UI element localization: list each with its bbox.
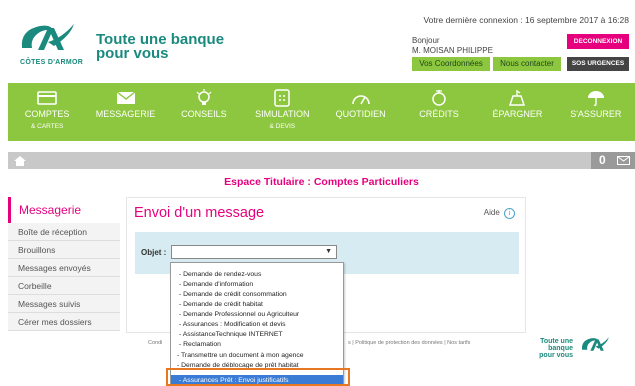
message-count-badge[interactable]: 0 (591, 152, 635, 169)
main-nav: COMPTES & CARTES MESSAGERIE CONSEILS SIM… (8, 83, 635, 141)
nav-item-comptes[interactable]: COMPTES & CARTES (8, 83, 86, 141)
piggy-icon (509, 89, 526, 106)
info-icon: i (504, 208, 515, 219)
footer-tagline-line1: Toute une banque (540, 338, 573, 352)
sidebar: Messagerie Boîte de réception Brouillons… (8, 197, 120, 331)
footer-link-conditions[interactable]: Condi (148, 340, 162, 346)
nav-item-quotidien[interactable]: QUOTIDIEN (322, 83, 400, 141)
envelope-icon (116, 91, 135, 104)
nav-item-sassurer[interactable]: S'ASSURER (557, 83, 635, 141)
nav-item-simulation[interactable]: SIMULATION & DEVIS (243, 83, 321, 141)
breadcrumb-bar: 0 (8, 152, 635, 169)
help-label: Aide (483, 208, 500, 217)
contact-button[interactable]: Nous contacter (493, 57, 561, 71)
nav-sublabel: & CARTES (30, 123, 64, 130)
option-item[interactable]: - Demande de rendez-vous (179, 271, 261, 278)
option-item[interactable]: - Assurances : Modification et devis (179, 321, 286, 328)
coordonnees-button[interactable]: Vos Coordonnées (412, 57, 490, 71)
user-greeting: Bonjour M. MOISAN PHILIPPE (412, 36, 493, 56)
option-item[interactable]: - Demande de crédit consommation (179, 291, 287, 298)
envelope-icon (617, 156, 630, 165)
logout-button[interactable]: DECONNEXION (567, 34, 629, 49)
message-count: 0 (599, 153, 606, 167)
region-label: CÔTES D'ARMOR (20, 59, 84, 66)
option-item[interactable]: - AssistanceTechnique INTERNET (179, 331, 283, 338)
footer-tagline-line2: pour vous (539, 352, 573, 359)
calculator-icon (274, 89, 291, 107)
sos-button[interactable]: SOS URGENCES (567, 57, 629, 71)
footer-tagline: Toute une banque pour vous (516, 338, 573, 359)
header: CÔTES D'ARMOR Toute une banque pour vous… (0, 0, 635, 83)
nav-label: S'ASSURER (570, 109, 622, 119)
option-item[interactable]: - Demande Professionnel ou Agriculteur (179, 311, 299, 318)
dropdown-arrow-icon: ▼ (325, 248, 332, 255)
option-item[interactable]: - Demande de crédit habitat (179, 301, 263, 308)
credit-agricole-logo[interactable] (18, 20, 76, 54)
tagline-line2: pour vous (96, 45, 169, 62)
sidebar-title: Messagerie (8, 197, 120, 223)
nav-label: COMPTES (24, 109, 70, 119)
nav-label: SIMULATION (255, 109, 310, 119)
nav-sublabel: & DEVIS (269, 123, 296, 130)
home-icon[interactable] (12, 154, 28, 167)
brand-tagline: Toute une banque pour vous (96, 32, 224, 62)
panel-title: Envoi d'un message (134, 205, 265, 221)
sidebar-item-inbox[interactable]: Boîte de réception (8, 223, 120, 241)
hand-icon (432, 90, 446, 106)
option-item[interactable]: - Reclamation (179, 341, 221, 348)
nav-item-conseils[interactable]: CONSEILS (165, 83, 243, 141)
objet-select[interactable]: ▼ (171, 245, 337, 259)
nav-label: ÉPARGNER (492, 109, 543, 119)
lightbulb-icon (196, 89, 212, 105)
nav-item-credits[interactable]: CRÉDITS (400, 83, 478, 141)
nav-item-epargner[interactable]: ÉPARGNER (478, 83, 556, 141)
card-icon (37, 91, 57, 105)
sidebar-item-trash[interactable]: Corbeille (8, 277, 120, 295)
objet-label: Objet : (141, 248, 167, 257)
sidebar-item-folders[interactable]: Cérer mes dossiers (8, 313, 120, 331)
selection-highlight-frame (166, 368, 350, 386)
option-item[interactable]: - Demande d'information (179, 281, 253, 288)
nav-label: CONSEILS (181, 109, 227, 119)
greeting-text: Bonjour (412, 36, 440, 45)
gauge-icon (351, 95, 370, 105)
nav-label: CRÉDITS (419, 109, 459, 119)
nav-item-messagerie[interactable]: MESSAGERIE (86, 83, 164, 141)
footer-links[interactable]: s | Politique de protection des données … (348, 340, 470, 346)
help-link[interactable]: Aide i (484, 208, 515, 219)
nav-label: QUOTIDIEN (335, 109, 386, 119)
umbrella-icon (587, 91, 604, 107)
last-connection-text: Votre dernière connexion : 16 septembre … (423, 15, 629, 25)
sidebar-item-drafts[interactable]: Brouillons (8, 241, 120, 259)
sidebar-item-sent[interactable]: Messages envoyés (8, 259, 120, 277)
page-title: Espace Titulaire : Comptes Particuliers (224, 176, 419, 188)
sidebar-item-followed[interactable]: Messages suivis (8, 295, 120, 313)
option-item[interactable]: - Transmettre un document à mon agence (177, 352, 304, 359)
credit-agricole-logo (581, 337, 609, 351)
user-name: M. MOISAN PHILIPPE (412, 46, 493, 55)
nav-label: MESSAGERIE (95, 109, 156, 119)
